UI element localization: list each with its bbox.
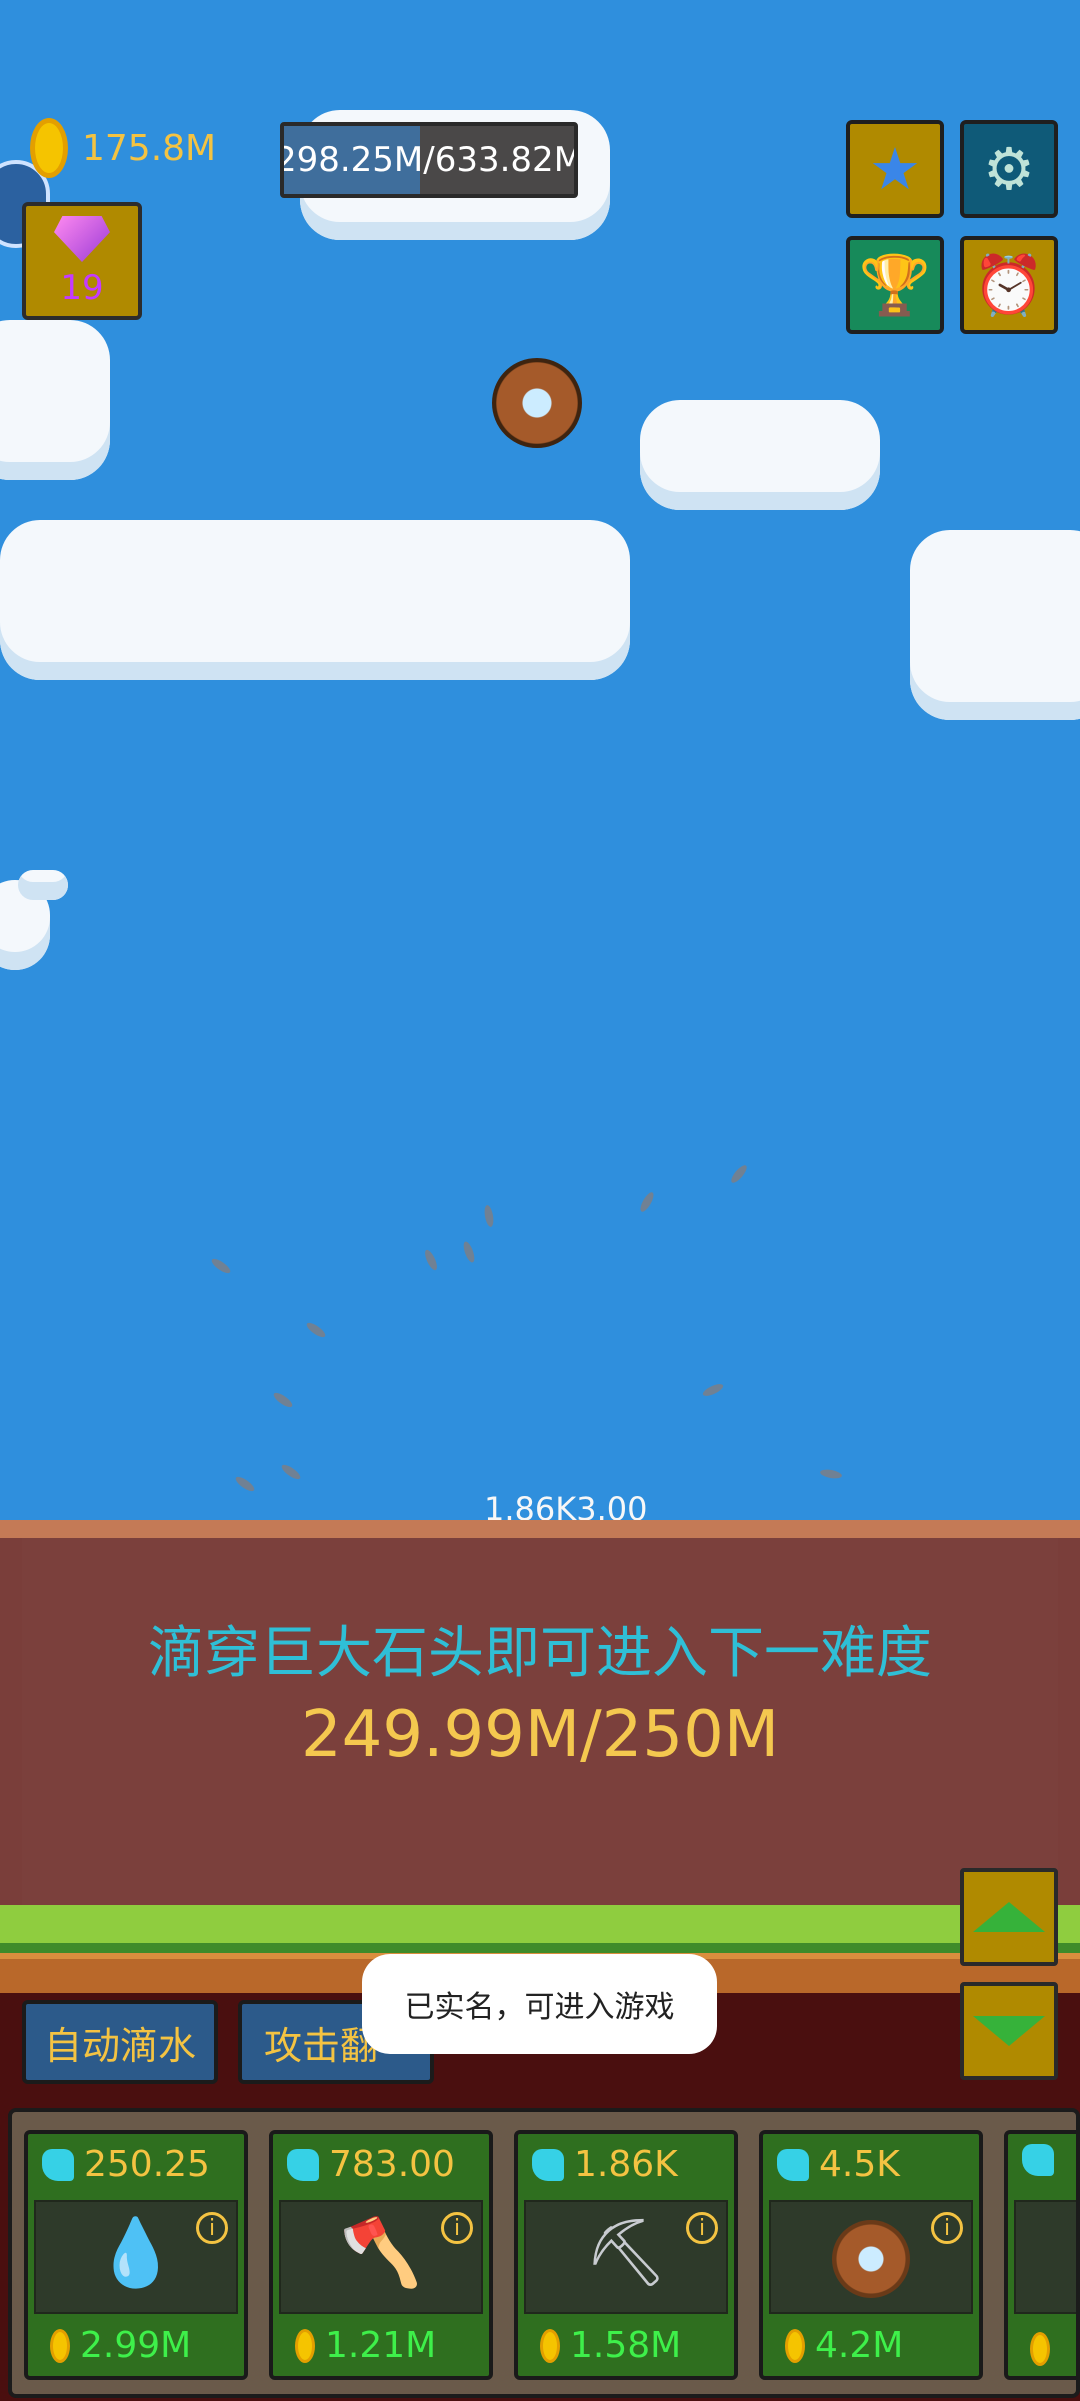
cloud bbox=[0, 320, 110, 480]
upgrade-card[interactable]: 250.25 i 💧 2.99M bbox=[24, 2130, 248, 2380]
strength-icon bbox=[532, 2148, 564, 2181]
sky-background bbox=[0, 0, 1080, 1520]
info-icon[interactable]: i bbox=[931, 2212, 963, 2244]
upgrade-card[interactable]: 1.86K i ⛏ 1.58M bbox=[514, 2130, 738, 2380]
stone-progress-text: 249.99M/250M bbox=[300, 1698, 780, 1772]
coin-icon bbox=[1030, 2332, 1050, 2366]
strength-icon bbox=[777, 2148, 809, 2181]
gem-icon bbox=[54, 216, 110, 262]
axe-icon: 🪓 bbox=[339, 2214, 423, 2291]
auto-drip-tab[interactable]: 自动滴水 bbox=[22, 2000, 218, 2084]
toast-message: 已实名，可进入游戏 bbox=[362, 1954, 717, 2054]
cloud bbox=[640, 400, 880, 510]
stone-hp-text: 298.25M/633.82M bbox=[280, 140, 578, 180]
info-icon[interactable]: i bbox=[686, 2212, 718, 2244]
trophy-icon: 🏆 bbox=[858, 251, 932, 319]
card-price: 4.2M bbox=[815, 2325, 904, 2366]
upgrade-card[interactable]: 4.5K i 4.2M bbox=[759, 2130, 983, 2380]
favorite-button[interactable]: ★ bbox=[846, 120, 944, 218]
coin-icon bbox=[540, 2328, 560, 2363]
item-slot bbox=[1014, 2200, 1076, 2314]
gem-amount: 19 bbox=[60, 268, 104, 308]
card-damage: 4.5K bbox=[819, 2144, 900, 2185]
stone-hp-bar: 298.25M/633.82M bbox=[280, 122, 578, 198]
cloud bbox=[0, 520, 630, 680]
card-damage: 783.00 bbox=[329, 2144, 455, 2185]
leaderboard-button[interactable]: 🏆 bbox=[846, 236, 944, 334]
shield-icon bbox=[832, 2220, 910, 2298]
strength-icon bbox=[42, 2148, 74, 2181]
card-price: 1.58M bbox=[570, 2325, 682, 2366]
coin-amount: 175.8M bbox=[82, 127, 217, 169]
info-icon[interactable]: i bbox=[196, 2212, 228, 2244]
coin-counter: 175.8M bbox=[30, 118, 216, 178]
strength-icon bbox=[287, 2148, 319, 2181]
star-icon: ★ bbox=[869, 135, 921, 203]
card-price: 2.99M bbox=[80, 2325, 192, 2366]
scroll-down-button[interactable] bbox=[960, 1982, 1058, 2080]
card-damage: 1.86K bbox=[574, 2144, 678, 2185]
scroll-up-button[interactable] bbox=[960, 1868, 1058, 1966]
stone-panel[interactable]: 滴穿巨大石头即可进入下一难度 249.99M/250M bbox=[0, 1520, 1080, 1905]
cloud bbox=[910, 530, 1080, 720]
gear-icon: ⚙ bbox=[983, 135, 1035, 203]
upgrade-card[interactable]: 783.00 i 🪓 1.21M bbox=[269, 2130, 493, 2380]
upgrade-card-partial[interactable] bbox=[1004, 2130, 1076, 2380]
water-drop-icon: 💧 bbox=[94, 2214, 178, 2291]
cloud bbox=[18, 870, 68, 900]
grass-strip bbox=[0, 1905, 1080, 1953]
strength-icon bbox=[1022, 2144, 1054, 2176]
flying-shield-icon bbox=[492, 358, 582, 448]
info-icon[interactable]: i bbox=[441, 2212, 473, 2244]
card-damage: 250.25 bbox=[84, 2144, 210, 2185]
stone-goal-text: 滴穿巨大石头即可进入下一难度 bbox=[148, 1621, 932, 1686]
coin-icon bbox=[295, 2328, 315, 2363]
clock-icon: ⏰ bbox=[972, 251, 1046, 319]
settings-button[interactable]: ⚙ bbox=[960, 120, 1058, 218]
card-price: 1.21M bbox=[325, 2325, 437, 2366]
arrow-up-icon bbox=[973, 1902, 1045, 1932]
coin-icon bbox=[30, 118, 68, 178]
coin-icon bbox=[785, 2328, 805, 2363]
upgrade-tray[interactable]: 250.25 i 💧 2.99M 783.00 i 🪓 1.21M 1.86K … bbox=[8, 2108, 1080, 2398]
coin-icon bbox=[50, 2328, 70, 2363]
timer-button[interactable]: ⏰ bbox=[960, 236, 1058, 334]
gem-counter[interactable]: 19 bbox=[22, 202, 142, 320]
shovel-icon: ⛏ bbox=[584, 2214, 668, 2291]
arrow-down-icon bbox=[973, 2016, 1045, 2046]
